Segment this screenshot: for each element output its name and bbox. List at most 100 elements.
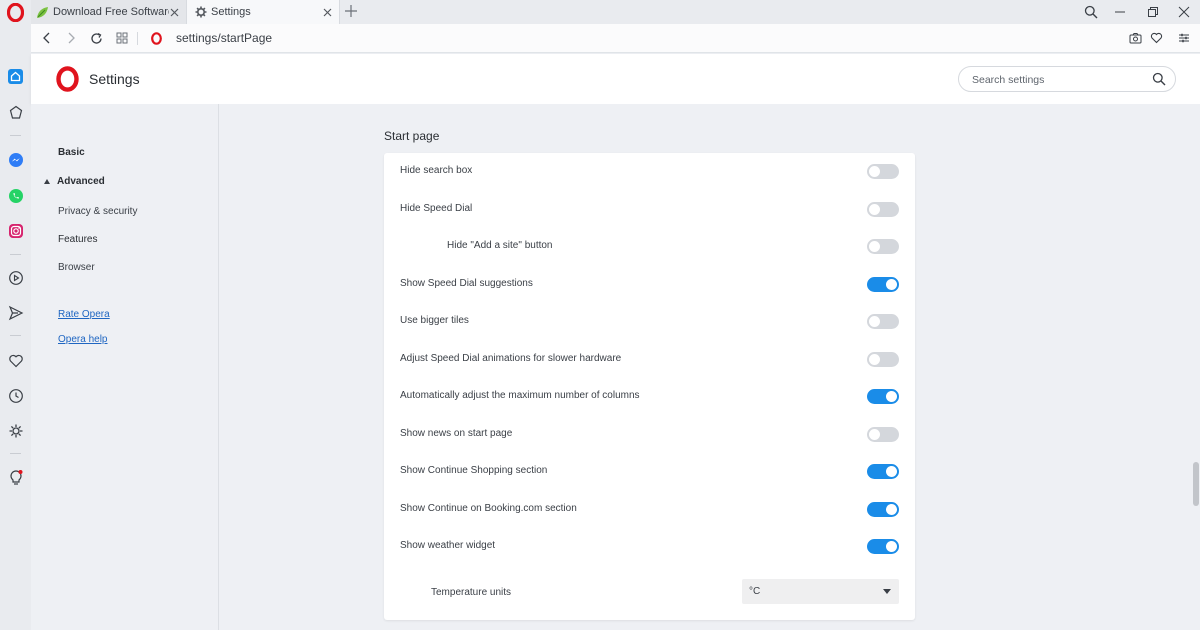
- opera-help-link[interactable]: Opera help: [58, 334, 107, 345]
- instagram-icon[interactable]: [7, 222, 24, 239]
- player-icon[interactable]: [7, 269, 24, 286]
- close-window-icon[interactable]: [1176, 4, 1192, 20]
- opera-sidebar: [0, 24, 31, 630]
- setting-row: Use bigger tiles: [384, 303, 915, 340]
- speed-dial-star-icon[interactable]: [7, 104, 24, 121]
- setting-row: Show Continue on Booking.com section: [384, 491, 915, 528]
- auto-adjust-columns-toggle[interactable]: [867, 389, 899, 404]
- home-icon[interactable]: [7, 68, 24, 85]
- gear-icon: [194, 6, 207, 19]
- search-tabs-icon[interactable]: [1083, 4, 1099, 20]
- temperature-units-select[interactable]: °C: [742, 579, 899, 604]
- tiles-grid-icon[interactable]: [115, 31, 129, 45]
- messenger-icon[interactable]: [7, 151, 24, 168]
- setting-label: Hide search box: [400, 165, 473, 176]
- setting-row: Show Speed Dial suggestions: [384, 266, 915, 303]
- nav-features[interactable]: Features: [58, 234, 97, 245]
- toggle-knob: [886, 278, 897, 290]
- address-divider: [137, 32, 138, 45]
- toggle-knob: [869, 428, 880, 440]
- opera-logo-icon: [56, 66, 79, 92]
- slow-hardware-animations-toggle[interactable]: [867, 351, 899, 367]
- dropdown-arrow-icon: [883, 589, 891, 594]
- setting-row: Show weather widget: [384, 528, 915, 565]
- temperature-units-value: °C: [749, 586, 761, 597]
- search-icon[interactable]: [1152, 72, 1166, 86]
- minimize-icon[interactable]: [1112, 4, 1128, 20]
- sidebar-divider: [10, 453, 21, 454]
- continue-shopping-toggle[interactable]: [867, 464, 899, 479]
- section-title: Start page: [384, 129, 440, 143]
- tab-title: Settings: [211, 6, 251, 18]
- settings-header: Settings Search settings: [31, 54, 1200, 104]
- setting-row: Automatically adjust the maximum number …: [384, 378, 915, 415]
- toggle-knob: [869, 316, 880, 327]
- setting-label: Show news on start page: [400, 427, 513, 439]
- rate-opera-link[interactable]: Rate Opera: [58, 309, 110, 320]
- toggle-knob: [869, 241, 880, 252]
- speed-dial-suggestions-toggle[interactable]: [867, 276, 899, 292]
- close-tab-icon[interactable]: [169, 5, 181, 19]
- nav-basic[interactable]: Basic: [58, 147, 85, 158]
- sidebar-divider: [10, 135, 21, 136]
- setting-row: Hide Speed Dial: [384, 191, 915, 228]
- scrollbar-thumb[interactable]: [1193, 462, 1199, 506]
- toggle-knob: [869, 166, 880, 177]
- collapse-caret-icon[interactable]: [44, 179, 50, 184]
- opera-logo-icon: [151, 32, 162, 45]
- sidebar-divider: [10, 335, 21, 336]
- show-news-toggle[interactable]: [867, 426, 899, 442]
- bookmarks-heart-icon[interactable]: [7, 352, 24, 369]
- new-tab-plus-icon[interactable]: [344, 4, 358, 18]
- history-clock-icon[interactable]: [7, 387, 24, 404]
- reload-icon[interactable]: [89, 31, 103, 45]
- toggle-knob: [886, 391, 897, 402]
- setting-label: Show Speed Dial suggestions: [400, 277, 533, 289]
- toggle-knob: [869, 203, 880, 215]
- address-bar: settings/startPage: [31, 24, 1200, 53]
- search-settings-input[interactable]: Search settings: [958, 66, 1176, 92]
- setting-label: Hide Speed Dial: [400, 202, 473, 214]
- back-icon[interactable]: [40, 31, 54, 45]
- opera-menu-button[interactable]: [6, 2, 25, 23]
- whatsapp-icon[interactable]: [7, 187, 24, 204]
- weather-widget-toggle[interactable]: [867, 539, 899, 554]
- page-title: Settings: [89, 71, 140, 87]
- restore-icon[interactable]: [1145, 4, 1161, 20]
- tab-settings[interactable]: Settings: [186, 0, 340, 24]
- heart-bookmark-icon[interactable]: [1149, 31, 1163, 45]
- setting-label: Automatically adjust the maximum number …: [400, 390, 640, 401]
- setting-row: Show news on start page: [384, 416, 915, 453]
- hide-search-box-toggle[interactable]: [867, 164, 899, 179]
- start-page-card: Hide search box Hide Speed Dial Hide "Ad…: [384, 153, 915, 620]
- easy-setup-icon[interactable]: [1177, 31, 1191, 45]
- toggle-knob: [886, 503, 897, 515]
- bigger-tiles-toggle[interactable]: [867, 314, 899, 329]
- setting-label: Use bigger tiles: [400, 315, 469, 326]
- toggle-knob: [886, 466, 897, 477]
- settings-main: Start page Hide search box Hide Speed Di…: [219, 104, 1192, 630]
- setting-row: Hide "Add a site" button: [384, 228, 915, 265]
- nav-browser[interactable]: Browser: [58, 262, 95, 273]
- tab-download-free-software[interactable]: Download Free Software fo: [31, 0, 186, 24]
- nav-advanced[interactable]: Advanced: [57, 176, 105, 187]
- lightbulb-tips-icon[interactable]: [7, 469, 24, 486]
- nav-privacy-security[interactable]: Privacy & security: [58, 206, 137, 217]
- camera-snapshot-icon[interactable]: [1128, 31, 1142, 45]
- tab-title: Download Free Software fo: [53, 6, 169, 18]
- page-scrollbar[interactable]: [1192, 104, 1200, 630]
- setting-label: Adjust Speed Dial animations for slower …: [400, 352, 622, 364]
- softpedia-leaf-icon: [36, 6, 49, 19]
- continue-booking-toggle[interactable]: [867, 501, 899, 517]
- setting-label: Show Continue Shopping section: [400, 465, 548, 476]
- close-tab-icon[interactable]: [320, 5, 334, 19]
- hide-speed-dial-toggle[interactable]: [867, 201, 899, 217]
- url-field[interactable]: settings/startPage: [176, 31, 272, 45]
- hide-add-site-toggle[interactable]: [867, 239, 899, 254]
- setting-label: Show Continue on Booking.com section: [400, 502, 577, 514]
- settings-gear-icon[interactable]: [7, 422, 24, 439]
- toggle-knob: [869, 353, 880, 365]
- flow-send-icon[interactable]: [7, 304, 24, 321]
- forward-icon[interactable]: [64, 31, 78, 45]
- setting-label: Show weather widget: [400, 540, 496, 551]
